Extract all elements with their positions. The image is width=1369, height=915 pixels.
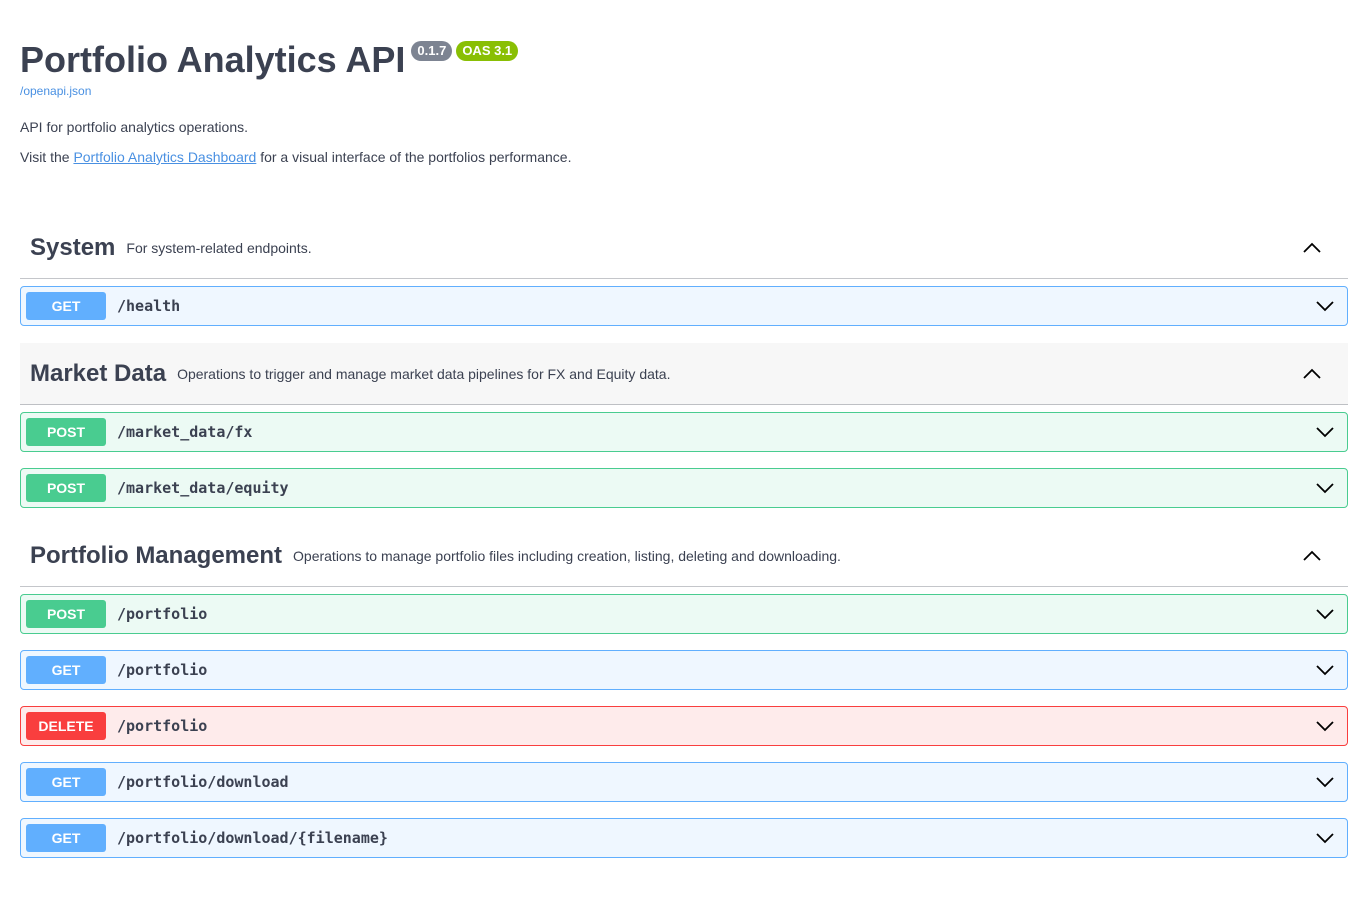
method-badge: POST [26,474,106,502]
operation-post-market-data-fx[interactable]: POST /market_data/fx [20,412,1348,452]
openapi-json-link[interactable]: /openapi.json [20,84,1340,98]
chevron-up-icon[interactable] [1302,364,1322,384]
operation-delete-portfolio[interactable]: DELETE /portfolio [20,706,1348,746]
chevron-down-icon[interactable] [1315,772,1335,792]
api-description: API for portfolio analytics operations. [20,119,249,135]
operation-post-portfolio[interactable]: POST /portfolio [20,594,1348,634]
operation-path: /market_data/equity [117,479,289,497]
section-title: Portfolio Management [30,541,283,569]
section-header-market-data[interactable]: Market Data Operations to trigger and ma… [20,343,1348,405]
operation-path: /portfolio [117,605,208,623]
section-header-system[interactable]: System For system-related endpoints. [20,217,1348,279]
dashboard-description: Visit the Portfolio Analytics Dashboard … [20,149,571,165]
operation-path: /portfolio [117,661,208,679]
chevron-down-icon[interactable] [1315,478,1335,498]
method-badge: GET [26,768,106,796]
section-description: For system-related endpoints. [126,239,312,256]
version-badge: 0.1.7 [411,41,453,61]
title-row: Portfolio Analytics API 0.1.7 OAS 3.1 [20,36,1340,86]
chevron-down-icon[interactable] [1315,660,1335,680]
operation-get-portfolio-download[interactable]: GET /portfolio/download [20,762,1348,802]
chevron-up-icon[interactable] [1302,546,1322,566]
section-title: Market Data [30,359,167,387]
section-market-data: Market Data Operations to trigger and ma… [20,343,1348,405]
operation-post-market-data-equity[interactable]: POST /market_data/equity [20,468,1348,508]
operation-get-portfolio[interactable]: GET /portfolio [20,650,1348,690]
visit-suffix: for a visual interface of the portfolios… [256,149,572,165]
section-title: System [30,233,116,261]
operation-path: /market_data/fx [117,423,253,441]
chevron-down-icon[interactable] [1315,828,1335,848]
operation-path: /portfolio/download/{filename} [117,829,388,847]
section-description: Operations to manage portfolio files inc… [293,547,841,564]
chevron-down-icon[interactable] [1315,422,1335,442]
operation-path: /portfolio/download [117,773,289,791]
chevron-down-icon[interactable] [1315,296,1335,316]
section-system: System For system-related endpoints. [20,217,1348,279]
operation-path: /health [117,297,181,315]
dashboard-link[interactable]: Portfolio Analytics Dashboard [73,149,256,165]
chevron-up-icon[interactable] [1302,238,1322,258]
visit-prefix: Visit the [20,149,74,165]
method-badge: POST [26,600,106,628]
operation-get-health[interactable]: GET /health [20,286,1348,326]
page-title: Portfolio Analytics API [20,39,406,80]
method-badge: GET [26,292,106,320]
api-info: Portfolio Analytics API 0.1.7 OAS 3.1 /o… [20,36,1340,98]
oas-badge: OAS 3.1 [456,41,519,61]
section-portfolio-management: Portfolio Management Operations to manag… [20,525,1348,587]
section-description: Operations to trigger and manage market … [177,365,671,382]
chevron-down-icon[interactable] [1315,604,1335,624]
method-badge: GET [26,824,106,852]
method-badge: GET [26,656,106,684]
section-header-portfolio-management[interactable]: Portfolio Management Operations to manag… [20,525,1348,587]
method-badge: POST [26,418,106,446]
operation-get-portfolio-download-filename[interactable]: GET /portfolio/download/{filename} [20,818,1348,858]
operation-path: /portfolio [117,717,208,735]
method-badge: DELETE [26,712,106,740]
chevron-down-icon[interactable] [1315,716,1335,736]
